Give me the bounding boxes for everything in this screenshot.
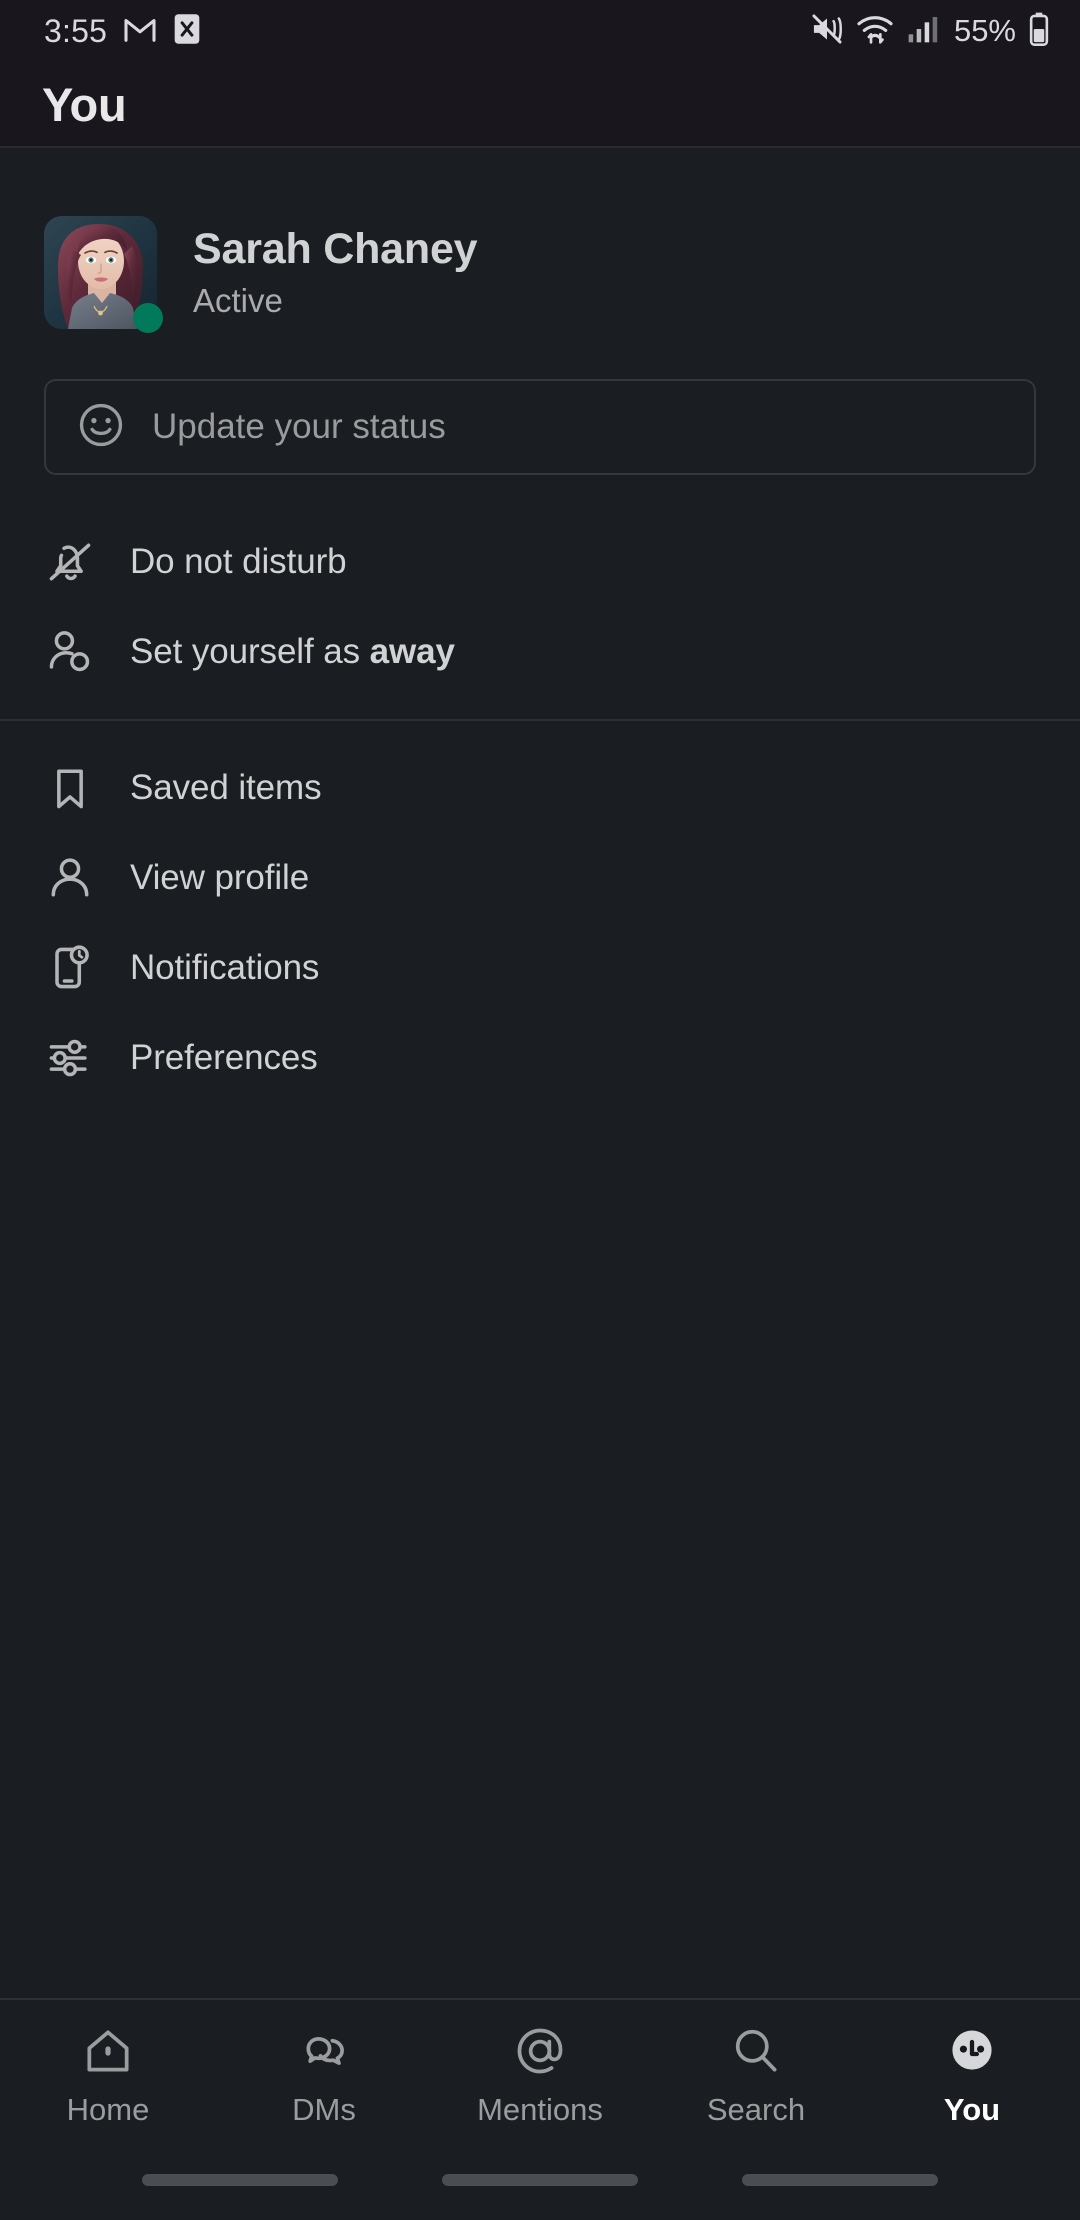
page-header: You — [0, 62, 1080, 148]
home-icon — [80, 2022, 136, 2080]
page-body: Sarah Chaney Active Update your status D… — [0, 148, 1080, 1998]
menu-item-label: View profile — [130, 858, 310, 897]
menu-item-do-not-disturb[interactable]: Do not disturb — [0, 517, 1080, 607]
you-face-avatar-icon — [944, 2022, 1000, 2080]
at-sign-icon — [512, 2022, 568, 2080]
nav-tab-search[interactable]: Search — [648, 2022, 864, 2128]
cellular-signal-icon — [906, 13, 938, 50]
profile-name: Sarah Chaney — [193, 225, 478, 273]
bottom-navigation-bar: Home DMs Mentions Search You — [0, 1998, 1080, 2158]
status-bar-clock: 3:55 — [44, 12, 108, 49]
menu-item-preferences[interactable]: Preferences — [0, 1013, 1080, 1103]
sliders-icon — [44, 1032, 96, 1084]
menu-item-label: Saved items — [130, 768, 322, 807]
smiley-face-icon — [78, 402, 124, 453]
account-menu: Do not disturb Set yourself as away Save… — [0, 517, 1080, 1103]
magnifier-icon — [728, 2022, 784, 2080]
nav-tab-label: Mentions — [477, 2092, 603, 2127]
bell-slash-icon — [44, 536, 96, 588]
menu-item-set-yourself-as-away[interactable]: Set yourself as away — [0, 607, 1080, 697]
battery-percent-label: 55% — [953, 13, 1016, 48]
mobile-notification-icon — [44, 942, 96, 994]
profile-presence-label: Active — [193, 282, 283, 319]
menu-item-label: Preferences — [130, 1038, 318, 1077]
gesture-bar-recents[interactable] — [742, 2174, 938, 2186]
gesture-bar-back[interactable] — [142, 2174, 338, 2186]
person-icon — [44, 852, 96, 904]
nav-tab-label: DMs — [292, 2092, 356, 2127]
slack-you-screen: 3:55 55% You Sarah Chaney Active Update … — [0, 0, 1080, 2220]
x-app-icon — [173, 13, 201, 50]
status-input-placeholder: Update your status — [152, 407, 446, 446]
android-status-bar: 3:55 55% — [0, 0, 1080, 62]
status-input[interactable]: Update your status — [44, 379, 1036, 475]
gesture-bar-home[interactable] — [442, 2174, 638, 2186]
nav-tab-mentions[interactable]: Mentions — [432, 2022, 648, 2128]
nav-tab-home[interactable]: Home — [0, 2022, 216, 2128]
menu-item-label: Set yourself as away — [130, 632, 455, 671]
person-away-icon — [44, 626, 96, 678]
menu-item-notifications[interactable]: Notifications — [0, 923, 1080, 1013]
android-gesture-bar — [0, 2158, 1080, 2220]
speech-bubbles-icon — [296, 2022, 352, 2080]
nav-tab-label: Home — [66, 2092, 150, 2127]
bookmark-icon — [44, 762, 96, 814]
presence-indicator-active — [133, 303, 163, 333]
nav-tab-label: You — [943, 2092, 1001, 2127]
status-bar-right: 55% — [810, 12, 1050, 51]
menu-item-label: Notifications — [130, 948, 320, 987]
nav-tab-label: Search — [706, 2092, 806, 2127]
profile-info: Sarah Chaney Active — [193, 225, 478, 320]
menu-item-view-profile[interactable]: View profile — [0, 833, 1080, 923]
ringer-vibrate-off-icon — [810, 12, 844, 51]
menu-divider — [0, 719, 1080, 721]
menu-item-saved-items[interactable]: Saved items — [0, 743, 1080, 833]
page-title: You — [42, 77, 127, 131]
nav-tab-you[interactable]: You — [864, 2022, 1080, 2128]
nav-tab-dms[interactable]: DMs — [216, 2022, 432, 2128]
wifi-icon — [856, 13, 894, 50]
avatar[interactable] — [44, 216, 163, 333]
gmail-icon — [123, 15, 157, 48]
menu-item-label: Do not disturb — [130, 542, 347, 581]
battery-icon — [1028, 12, 1050, 51]
profile-row[interactable]: Sarah Chaney Active — [0, 148, 1080, 333]
status-bar-left: 3:55 — [44, 13, 201, 50]
